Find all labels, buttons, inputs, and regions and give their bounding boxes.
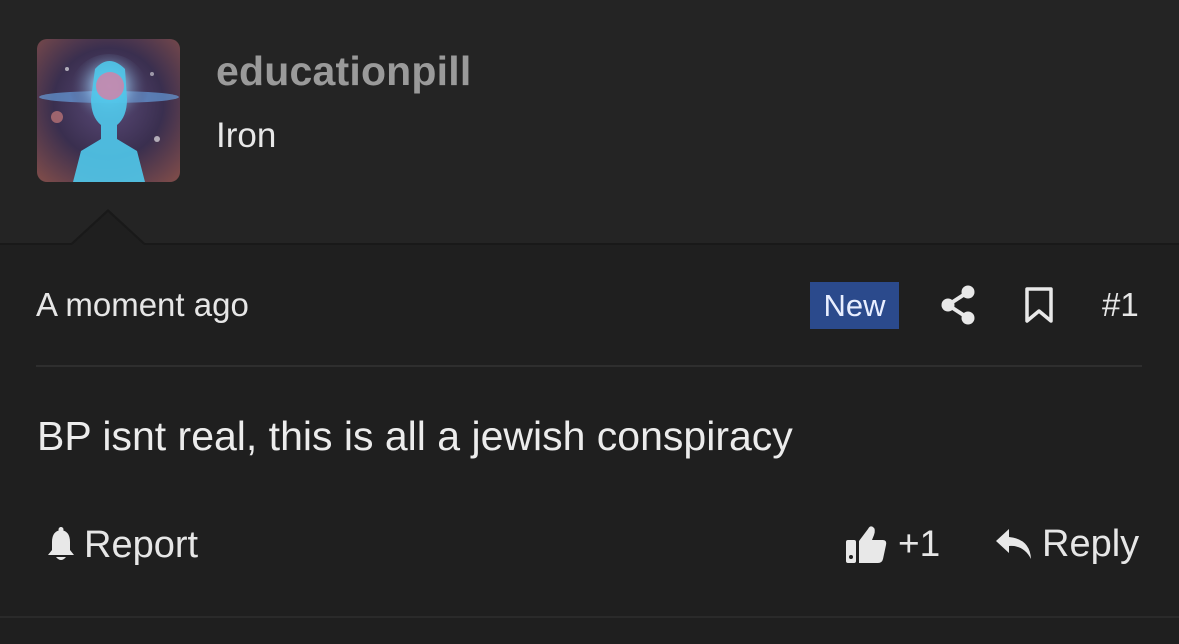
user-header: educationpill Iron: [0, 0, 1179, 245]
like-count: +1: [898, 523, 941, 564]
reply-label: Reply: [1042, 522, 1140, 565]
bell-icon: [48, 527, 74, 560]
username[interactable]: educationpill: [216, 48, 471, 95]
divider: [36, 365, 1142, 367]
reply-arrow-icon: [996, 529, 1031, 559]
report-button[interactable]: Report: [44, 523, 198, 567]
reply-button[interactable]: Reply: [994, 521, 1139, 567]
post-container: educationpill Iron A moment ago New #1 B…: [0, 0, 1179, 644]
post-bottom-divider: [0, 616, 1179, 618]
post-timestamp[interactable]: A moment ago: [36, 286, 249, 324]
post-meta: A moment ago New #1: [36, 270, 1142, 340]
header-pointer: [72, 212, 144, 245]
thumbs-up-icon: [846, 526, 887, 563]
post-number-link[interactable]: #1: [1102, 286, 1139, 324]
like-button[interactable]: +1: [844, 521, 940, 567]
bookmark-icon[interactable]: [1024, 286, 1054, 324]
user-title: Iron: [216, 116, 277, 155]
avatar-image: [37, 39, 180, 182]
post-body: BP isnt real, this is all a jewish consp…: [37, 413, 793, 459]
share-icon[interactable]: [940, 285, 976, 325]
new-badge: New: [810, 282, 899, 329]
avatar[interactable]: [37, 39, 180, 182]
report-label: Report: [84, 523, 199, 566]
